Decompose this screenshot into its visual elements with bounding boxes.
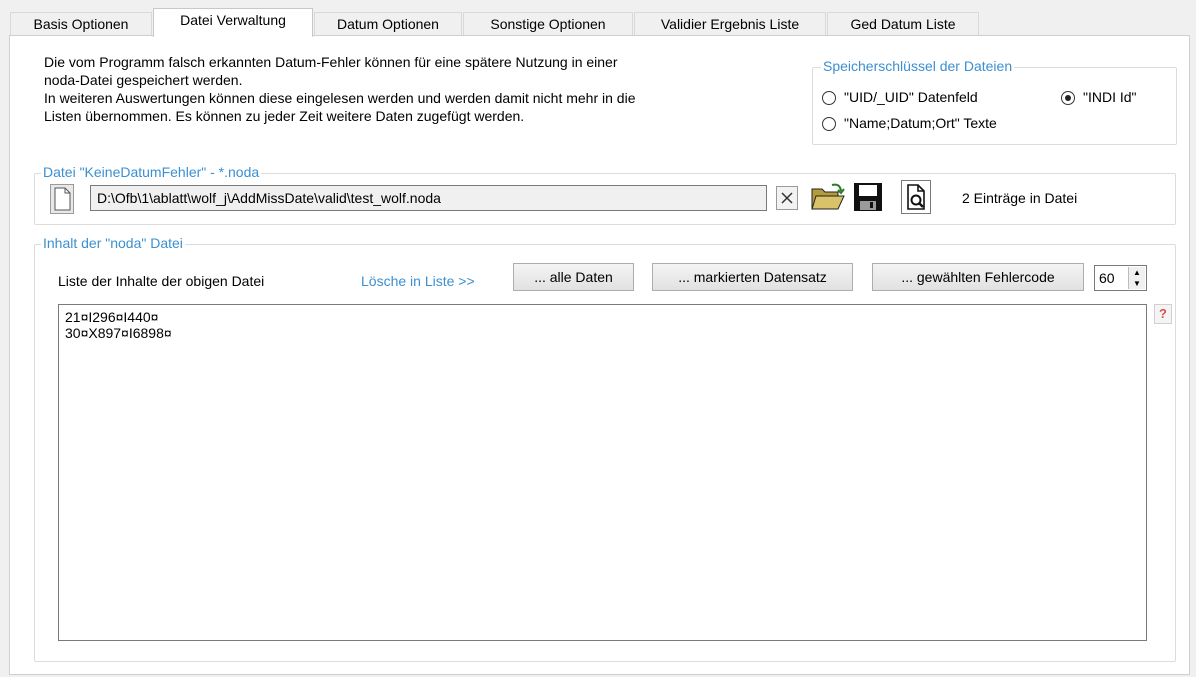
tab-label: Sonstige Optionen	[490, 16, 606, 32]
delete-errorcode-button[interactable]: ... gewählten Fehlercode	[872, 263, 1084, 291]
list-item[interactable]: 21¤I296¤I440¤	[65, 309, 1140, 325]
description-line-1: Die vom Programm falsch erkannten Datum-…	[44, 54, 618, 70]
list-label: Liste der Inhalte der obigen Datei	[58, 273, 265, 289]
tab-datei-verwaltung[interactable]: Datei Verwaltung	[153, 8, 313, 37]
save-icon[interactable]	[853, 182, 883, 212]
radio-name-datum-ort[interactable]	[822, 117, 836, 131]
content-group-title: Inhalt der "noda" Datei	[41, 235, 185, 251]
tab-sonstige-optionen[interactable]: Sonstige Optionen	[463, 12, 633, 36]
radio-name-datum-ort-label[interactable]: "Name;Datum;Ort" Texte	[844, 115, 997, 131]
delete-marked-button[interactable]: ... markierten Datensatz	[652, 263, 853, 291]
storage-key-group-title: Speicherschlüssel der Dateien	[821, 58, 1015, 74]
stepper-arrows-icon[interactable]: ▲ ▼	[1128, 267, 1145, 289]
errorcode-value: 60	[1099, 270, 1115, 286]
tab-label: Basis Optionen	[33, 16, 129, 32]
tab-basis-optionen[interactable]: Basis Optionen	[10, 12, 152, 36]
storage-key-group: Speicherschlüssel der Dateien "UID/_UID"…	[812, 58, 1177, 145]
tab-label: Datum Optionen	[337, 16, 439, 32]
tab-ged-datum-liste[interactable]: Ged Datum Liste	[827, 12, 979, 36]
file-group-title: Datei "KeineDatumFehler" - *.noda	[41, 164, 262, 180]
open-folder-icon[interactable]	[810, 181, 846, 213]
delete-in-list-label: Lösche in Liste >>	[361, 273, 475, 289]
tab-panel: Die vom Programm falsch erkannten Datum-…	[9, 35, 1190, 675]
delete-all-button[interactable]: ... alle Daten	[513, 263, 634, 291]
clear-icon[interactable]	[776, 186, 798, 210]
description-line-4: Listen übernommen. Es können zu jeder Ze…	[44, 108, 525, 124]
errorcode-stepper[interactable]: 60 ▲ ▼	[1094, 265, 1147, 291]
tab-label: Validier Ergebnis Liste	[660, 16, 800, 32]
tab-datum-optionen[interactable]: Datum Optionen	[314, 12, 462, 36]
radio-indi-id-label[interactable]: "INDI Id"	[1083, 89, 1137, 105]
help-icon[interactable]: ?	[1154, 304, 1172, 324]
noda-content-list[interactable]: 21¤I296¤I440¤ 30¤X897¤I6898¤	[58, 304, 1147, 641]
description-line-2: noda-Datei gespeichert werden.	[44, 72, 243, 88]
preview-icon[interactable]	[901, 180, 931, 214]
radio-uid[interactable]	[822, 91, 836, 105]
file-path-input[interactable]: D:\Ofb\1\ablatt\wolf_j\AddMissDate\valid…	[90, 185, 767, 211]
radio-uid-label[interactable]: "UID/_UID" Datenfeld	[844, 89, 978, 105]
radio-indi-id[interactable]	[1061, 91, 1075, 105]
tab-validier-ergebnis-liste[interactable]: Validier Ergebnis Liste	[634, 12, 826, 36]
tab-label: Datei Verwaltung	[180, 12, 286, 28]
new-file-icon[interactable]	[50, 184, 74, 214]
description-line-3: In weiteren Auswertungen können diese ei…	[44, 90, 636, 106]
entries-count: 2 Einträge in Datei	[962, 190, 1078, 206]
tab-strip: Basis Optionen Datei Verwaltung Datum Op…	[10, 8, 1190, 37]
tab-label: Ged Datum Liste	[850, 16, 956, 32]
list-item[interactable]: 30¤X897¤I6898¤	[65, 325, 1140, 341]
